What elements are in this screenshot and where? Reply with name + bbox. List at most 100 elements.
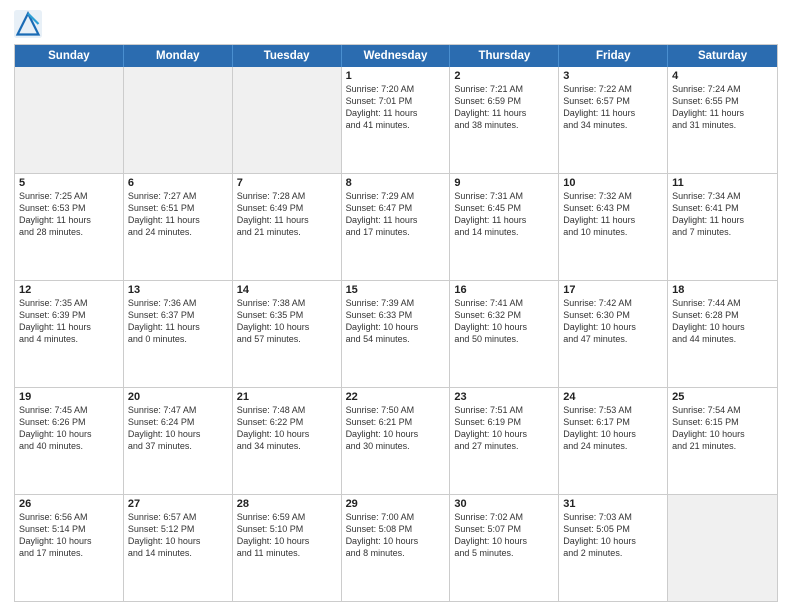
cal-cell: 12Sunrise: 7:35 AM Sunset: 6:39 PM Dayli… xyxy=(15,281,124,387)
day-number: 2 xyxy=(454,70,554,82)
cell-info: Sunrise: 7:02 AM Sunset: 5:07 PM Dayligh… xyxy=(454,511,554,560)
header-day-sunday: Sunday xyxy=(15,45,124,67)
cal-cell: 5Sunrise: 7:25 AM Sunset: 6:53 PM Daylig… xyxy=(15,174,124,280)
cell-info: Sunrise: 7:42 AM Sunset: 6:30 PM Dayligh… xyxy=(563,297,663,346)
cal-cell: 6Sunrise: 7:27 AM Sunset: 6:51 PM Daylig… xyxy=(124,174,233,280)
day-number: 21 xyxy=(237,391,337,403)
cal-cell: 21Sunrise: 7:48 AM Sunset: 6:22 PM Dayli… xyxy=(233,388,342,494)
logo xyxy=(14,10,46,38)
cell-info: Sunrise: 7:28 AM Sunset: 6:49 PM Dayligh… xyxy=(237,190,337,239)
cal-cell: 30Sunrise: 7:02 AM Sunset: 5:07 PM Dayli… xyxy=(450,495,559,601)
cal-cell: 9Sunrise: 7:31 AM Sunset: 6:45 PM Daylig… xyxy=(450,174,559,280)
day-number: 15 xyxy=(346,284,446,296)
cell-info: Sunrise: 7:51 AM Sunset: 6:19 PM Dayligh… xyxy=(454,404,554,453)
day-number: 29 xyxy=(346,498,446,510)
header-day-wednesday: Wednesday xyxy=(342,45,451,67)
logo-icon xyxy=(14,10,42,38)
day-number: 8 xyxy=(346,177,446,189)
cal-cell: 13Sunrise: 7:36 AM Sunset: 6:37 PM Dayli… xyxy=(124,281,233,387)
cal-cell: 17Sunrise: 7:42 AM Sunset: 6:30 PM Dayli… xyxy=(559,281,668,387)
cal-cell: 3Sunrise: 7:22 AM Sunset: 6:57 PM Daylig… xyxy=(559,67,668,173)
header-day-monday: Monday xyxy=(124,45,233,67)
day-number: 1 xyxy=(346,70,446,82)
cell-info: Sunrise: 7:31 AM Sunset: 6:45 PM Dayligh… xyxy=(454,190,554,239)
cal-week-3: 12Sunrise: 7:35 AM Sunset: 6:39 PM Dayli… xyxy=(15,281,777,388)
cal-cell: 4Sunrise: 7:24 AM Sunset: 6:55 PM Daylig… xyxy=(668,67,777,173)
cal-cell: 8Sunrise: 7:29 AM Sunset: 6:47 PM Daylig… xyxy=(342,174,451,280)
cal-cell xyxy=(15,67,124,173)
day-number: 17 xyxy=(563,284,663,296)
cell-info: Sunrise: 7:44 AM Sunset: 6:28 PM Dayligh… xyxy=(672,297,773,346)
day-number: 7 xyxy=(237,177,337,189)
header-day-tuesday: Tuesday xyxy=(233,45,342,67)
cell-info: Sunrise: 6:57 AM Sunset: 5:12 PM Dayligh… xyxy=(128,511,228,560)
cell-info: Sunrise: 7:50 AM Sunset: 6:21 PM Dayligh… xyxy=(346,404,446,453)
cal-cell: 28Sunrise: 6:59 AM Sunset: 5:10 PM Dayli… xyxy=(233,495,342,601)
day-number: 22 xyxy=(346,391,446,403)
day-number: 27 xyxy=(128,498,228,510)
day-number: 14 xyxy=(237,284,337,296)
day-number: 19 xyxy=(19,391,119,403)
cell-info: Sunrise: 6:56 AM Sunset: 5:14 PM Dayligh… xyxy=(19,511,119,560)
cal-cell: 31Sunrise: 7:03 AM Sunset: 5:05 PM Dayli… xyxy=(559,495,668,601)
cal-cell: 10Sunrise: 7:32 AM Sunset: 6:43 PM Dayli… xyxy=(559,174,668,280)
cell-info: Sunrise: 7:34 AM Sunset: 6:41 PM Dayligh… xyxy=(672,190,773,239)
header-day-saturday: Saturday xyxy=(668,45,777,67)
day-number: 4 xyxy=(672,70,773,82)
cell-info: Sunrise: 7:00 AM Sunset: 5:08 PM Dayligh… xyxy=(346,511,446,560)
cell-info: Sunrise: 7:27 AM Sunset: 6:51 PM Dayligh… xyxy=(128,190,228,239)
day-number: 31 xyxy=(563,498,663,510)
cal-cell: 23Sunrise: 7:51 AM Sunset: 6:19 PM Dayli… xyxy=(450,388,559,494)
day-number: 18 xyxy=(672,284,773,296)
day-number: 12 xyxy=(19,284,119,296)
day-number: 23 xyxy=(454,391,554,403)
cal-cell: 20Sunrise: 7:47 AM Sunset: 6:24 PM Dayli… xyxy=(124,388,233,494)
cell-info: Sunrise: 7:41 AM Sunset: 6:32 PM Dayligh… xyxy=(454,297,554,346)
cell-info: Sunrise: 6:59 AM Sunset: 5:10 PM Dayligh… xyxy=(237,511,337,560)
cal-cell: 19Sunrise: 7:45 AM Sunset: 6:26 PM Dayli… xyxy=(15,388,124,494)
cal-cell: 11Sunrise: 7:34 AM Sunset: 6:41 PM Dayli… xyxy=(668,174,777,280)
cal-week-5: 26Sunrise: 6:56 AM Sunset: 5:14 PM Dayli… xyxy=(15,495,777,601)
day-number: 25 xyxy=(672,391,773,403)
cell-info: Sunrise: 7:32 AM Sunset: 6:43 PM Dayligh… xyxy=(563,190,663,239)
cal-week-2: 5Sunrise: 7:25 AM Sunset: 6:53 PM Daylig… xyxy=(15,174,777,281)
cell-info: Sunrise: 7:36 AM Sunset: 6:37 PM Dayligh… xyxy=(128,297,228,346)
day-number: 3 xyxy=(563,70,663,82)
day-number: 10 xyxy=(563,177,663,189)
cal-cell: 27Sunrise: 6:57 AM Sunset: 5:12 PM Dayli… xyxy=(124,495,233,601)
cell-info: Sunrise: 7:03 AM Sunset: 5:05 PM Dayligh… xyxy=(563,511,663,560)
cell-info: Sunrise: 7:21 AM Sunset: 6:59 PM Dayligh… xyxy=(454,83,554,132)
cal-week-4: 19Sunrise: 7:45 AM Sunset: 6:26 PM Dayli… xyxy=(15,388,777,495)
cal-cell: 18Sunrise: 7:44 AM Sunset: 6:28 PM Dayli… xyxy=(668,281,777,387)
cal-cell: 25Sunrise: 7:54 AM Sunset: 6:15 PM Dayli… xyxy=(668,388,777,494)
calendar-header: SundayMondayTuesdayWednesdayThursdayFrid… xyxy=(15,45,777,67)
cal-cell: 26Sunrise: 6:56 AM Sunset: 5:14 PM Dayli… xyxy=(15,495,124,601)
day-number: 26 xyxy=(19,498,119,510)
cell-info: Sunrise: 7:47 AM Sunset: 6:24 PM Dayligh… xyxy=(128,404,228,453)
cell-info: Sunrise: 7:20 AM Sunset: 7:01 PM Dayligh… xyxy=(346,83,446,132)
cal-cell: 24Sunrise: 7:53 AM Sunset: 6:17 PM Dayli… xyxy=(559,388,668,494)
cal-cell: 2Sunrise: 7:21 AM Sunset: 6:59 PM Daylig… xyxy=(450,67,559,173)
cal-cell: 16Sunrise: 7:41 AM Sunset: 6:32 PM Dayli… xyxy=(450,281,559,387)
cal-cell: 1Sunrise: 7:20 AM Sunset: 7:01 PM Daylig… xyxy=(342,67,451,173)
cell-info: Sunrise: 7:38 AM Sunset: 6:35 PM Dayligh… xyxy=(237,297,337,346)
cal-cell: 22Sunrise: 7:50 AM Sunset: 6:21 PM Dayli… xyxy=(342,388,451,494)
day-number: 9 xyxy=(454,177,554,189)
cal-week-1: 1Sunrise: 7:20 AM Sunset: 7:01 PM Daylig… xyxy=(15,67,777,174)
cell-info: Sunrise: 7:24 AM Sunset: 6:55 PM Dayligh… xyxy=(672,83,773,132)
day-number: 30 xyxy=(454,498,554,510)
cal-cell: 7Sunrise: 7:28 AM Sunset: 6:49 PM Daylig… xyxy=(233,174,342,280)
header xyxy=(14,10,778,38)
cell-info: Sunrise: 7:54 AM Sunset: 6:15 PM Dayligh… xyxy=(672,404,773,453)
cell-info: Sunrise: 7:35 AM Sunset: 6:39 PM Dayligh… xyxy=(19,297,119,346)
cell-info: Sunrise: 7:48 AM Sunset: 6:22 PM Dayligh… xyxy=(237,404,337,453)
day-number: 13 xyxy=(128,284,228,296)
cell-info: Sunrise: 7:29 AM Sunset: 6:47 PM Dayligh… xyxy=(346,190,446,239)
cal-cell: 14Sunrise: 7:38 AM Sunset: 6:35 PM Dayli… xyxy=(233,281,342,387)
cell-info: Sunrise: 7:25 AM Sunset: 6:53 PM Dayligh… xyxy=(19,190,119,239)
cal-cell xyxy=(668,495,777,601)
cell-info: Sunrise: 7:22 AM Sunset: 6:57 PM Dayligh… xyxy=(563,83,663,132)
day-number: 11 xyxy=(672,177,773,189)
day-number: 20 xyxy=(128,391,228,403)
cal-cell: 29Sunrise: 7:00 AM Sunset: 5:08 PM Dayli… xyxy=(342,495,451,601)
